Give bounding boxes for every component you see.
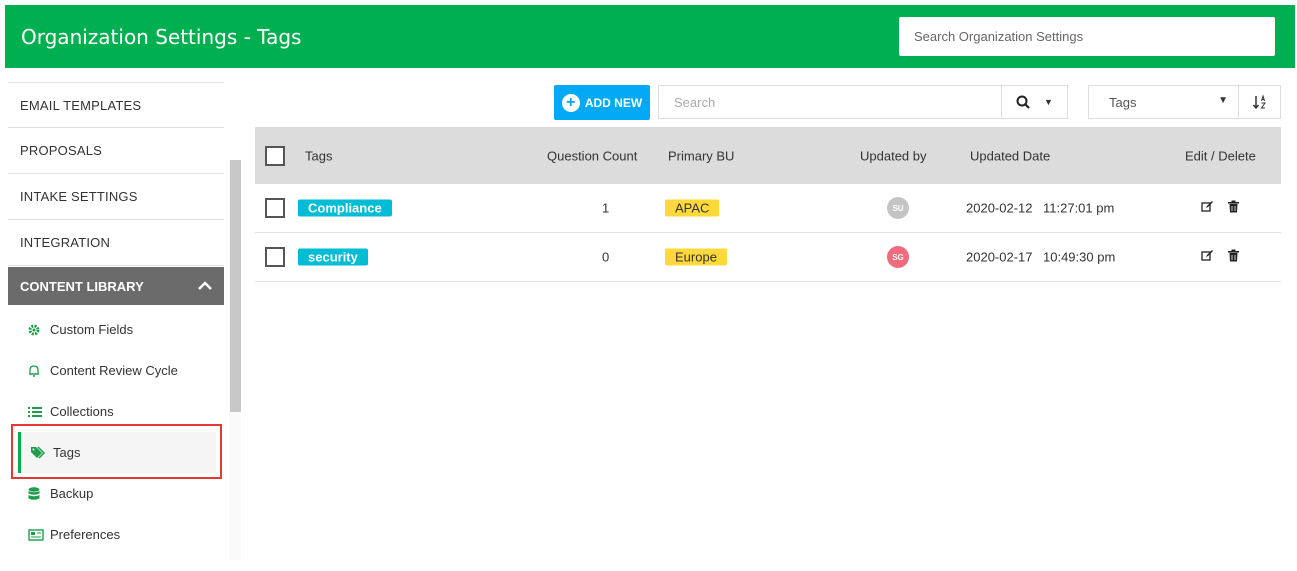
bell-icon [28,364,50,377]
tags-table: Tags Question Count Primary BU Updated b… [255,127,1281,282]
gear-icon [28,324,50,336]
sidebar-item-custom-fields[interactable]: Custom Fields [8,309,224,350]
highlight-box [11,424,222,479]
bu-badge: APAC [665,199,720,217]
sidebar-scrollbar-thumb[interactable] [230,160,241,412]
caret-down-icon[interactable]: ▼ [1044,97,1053,107]
bu-cell: Europe [665,248,727,266]
filter-select-value: Tags [1109,95,1137,110]
sidebar: EMAIL TEMPLATES PROPOSALS INTAKE SETTING… [8,82,224,571]
column-header-edit-delete: Edit / Delete [1185,148,1256,163]
bu-badge: Europe [665,248,727,266]
sidebar-item-label: Preferences [50,527,121,542]
trash-icon[interactable] [1228,249,1239,265]
updated-date: 2020-02-12 [966,200,1033,216]
tag-pill[interactable]: security [298,248,368,266]
tag-pill[interactable]: Compliance [298,199,392,217]
sidebar-item-label: Backup [50,486,94,501]
updated-date: 2020-02-17 [966,249,1033,265]
column-header-primary-bu[interactable]: Primary BU [668,148,734,163]
table-row: security 0 Europe SG 2020-02-17 10:49:30… [255,233,1281,282]
caret-down-icon: ▼ [1218,95,1228,106]
app-header: Organization Settings - Tags Search Orga… [5,5,1295,68]
question-count: 0 [602,249,610,265]
edit-icon[interactable] [1201,249,1214,265]
bu-cell: APAC [665,199,720,217]
avatar: SU [887,197,909,219]
org-settings-search-input[interactable]: Search Organization Settings [899,17,1275,56]
sidebar-item-label: Collections [50,404,114,419]
tag-cell: security [298,248,368,266]
question-count: 1 [602,200,610,216]
sort-alpha-icon [1252,94,1266,110]
column-header-question-count[interactable]: Question Count [547,148,637,163]
updated-time: 10:49:30 pm [1043,249,1116,265]
updated-time: 11:27:01 pm [1043,200,1115,216]
column-header-updated-by[interactable]: Updated by [860,148,927,163]
sidebar-item-label: Custom Fields [50,322,134,337]
column-header-tags[interactable]: Tags [305,148,332,163]
select-all-checkbox[interactable] [265,145,285,166]
add-new-label: ADD NEW [584,95,643,110]
search-icon [1016,95,1030,109]
sidebar-item-backup[interactable]: Backup [8,473,224,514]
table-header: Tags Question Count Primary BU Updated b… [255,127,1281,184]
sidebar-item-intake-settings[interactable]: INTAKE SETTINGS [8,174,224,220]
sidebar-section-label: CONTENT LIBRARY [20,278,144,294]
sidebar-item-content-review-cycle[interactable]: Content Review Cycle [8,350,224,391]
tag-cell: Compliance [298,199,392,217]
sidebar-item-proposals[interactable]: PROPOSALS [8,128,224,174]
list-icon [28,406,50,418]
sort-button[interactable] [1239,85,1281,119]
search-button[interactable]: ▼ [1002,85,1068,119]
plus-icon: + [561,93,580,112]
row-checkbox[interactable] [265,247,285,267]
trash-icon[interactable] [1228,200,1239,216]
sidebar-item-label: Content Review Cycle [50,363,178,378]
avatar: SG [887,246,909,268]
newspaper-icon [28,528,50,541]
filter-select[interactable]: Tags ▼ [1088,85,1239,119]
chevron-up-icon [198,281,212,290]
page-title: Organization Settings - Tags [21,25,302,49]
column-header-updated-date[interactable]: Updated Date [970,148,1050,163]
sidebar-item-email-templates[interactable]: EMAIL TEMPLATES [8,82,224,128]
database-icon [28,486,50,501]
sidebar-section-content-library[interactable]: CONTENT LIBRARY [8,267,224,305]
add-new-button[interactable]: + ADD NEW [554,85,650,120]
edit-icon[interactable] [1201,200,1214,216]
row-checkbox[interactable] [265,198,285,218]
sidebar-item-preferences[interactable]: Preferences [8,514,224,555]
sidebar-item-integration[interactable]: INTEGRATION [8,220,224,266]
table-row: Compliance 1 APAC SU 2020-02-12 11:27:01… [255,184,1281,233]
search-input[interactable]: Search [658,85,1002,119]
